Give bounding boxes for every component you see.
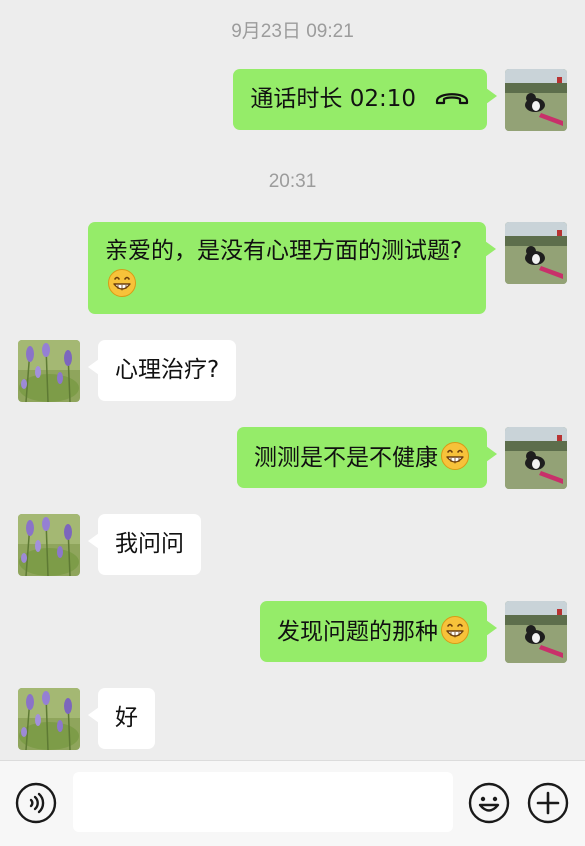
lavender-flowers-photo xyxy=(18,688,80,750)
contact-message-bubble[interactable]: 心理治疗? xyxy=(87,340,237,401)
message-input[interactable] xyxy=(73,772,453,832)
contact-message-bubble[interactable]: 好 xyxy=(88,688,155,749)
grinning-face-emoji xyxy=(107,268,137,298)
dog-on-grass-photo xyxy=(505,601,567,663)
voice-input-icon[interactable] xyxy=(15,782,57,824)
message-text: 亲爱的，是没有心理方面的测试题? xyxy=(105,238,463,264)
contact-avatar[interactable] xyxy=(18,340,80,402)
dog-on-grass-photo xyxy=(505,69,567,131)
my-message-bubble[interactable]: 亲爱的，是没有心理方面的测试题? xyxy=(88,222,496,314)
dog-on-grass-photo xyxy=(505,222,567,284)
my-message-bubble[interactable]: 测测是不是不健康 xyxy=(237,427,497,488)
message-text: 我问问 xyxy=(115,531,184,557)
lavender-flowers-photo xyxy=(18,340,80,402)
message-text: 通话时长 02:10 xyxy=(250,86,416,112)
hang-up-call-icon xyxy=(434,88,470,108)
chat-message-list[interactable]: 9月23日 09:21 通话时长 02:10 20:31 亲爱的，是没有心理方面… xyxy=(0,0,585,760)
my-avatar[interactable] xyxy=(505,601,567,663)
grinning-face-emoji xyxy=(440,441,470,471)
grinning-face-emoji xyxy=(440,615,470,645)
contact-avatar[interactable] xyxy=(18,688,80,750)
message-text: 发现问题的那种 xyxy=(277,619,438,645)
dog-on-grass-photo xyxy=(505,427,567,489)
input-bar xyxy=(0,760,585,846)
plus-more-icon[interactable] xyxy=(527,782,569,824)
emoji-sticker-icon[interactable] xyxy=(468,782,510,824)
my-avatar[interactable] xyxy=(505,427,567,489)
timestamp: 9月23日 09:21 xyxy=(231,21,354,42)
my-message-bubble[interactable]: 发现问题的那种 xyxy=(260,601,497,662)
my-avatar[interactable] xyxy=(505,222,567,284)
call-record-bubble[interactable]: 通话时长 02:10 xyxy=(233,69,497,130)
my-avatar[interactable] xyxy=(505,69,567,131)
contact-avatar[interactable] xyxy=(18,514,80,576)
contact-message-bubble[interactable]: 我问问 xyxy=(88,514,201,575)
message-text: 测测是不是不健康 xyxy=(254,445,438,471)
message-text: 心理治疗? xyxy=(115,357,220,383)
message-text: 好 xyxy=(115,705,138,731)
timestamp: 20:31 xyxy=(268,171,317,192)
lavender-flowers-photo xyxy=(18,514,80,576)
